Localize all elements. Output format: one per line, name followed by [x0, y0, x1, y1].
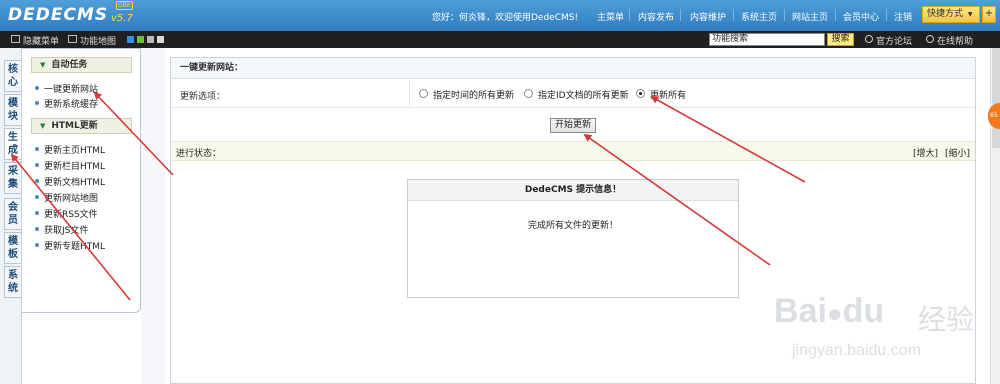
arrow-to-update-all	[650, 96, 806, 183]
arrow-to-start-button	[583, 133, 771, 266]
watermark-cn: 经验	[918, 303, 975, 336]
paw-icon: ●	[826, 298, 843, 328]
watermark-url: jingyan.baidu.com	[792, 342, 921, 359]
baidu-jingyan-watermark: Bai●du 经验 jingyan.baidu.com	[768, 292, 998, 382]
watermark-brand: Bai●du	[774, 292, 885, 330]
arrow-to-generate-tab	[10, 153, 131, 301]
arrow-to-one-click	[93, 91, 174, 176]
